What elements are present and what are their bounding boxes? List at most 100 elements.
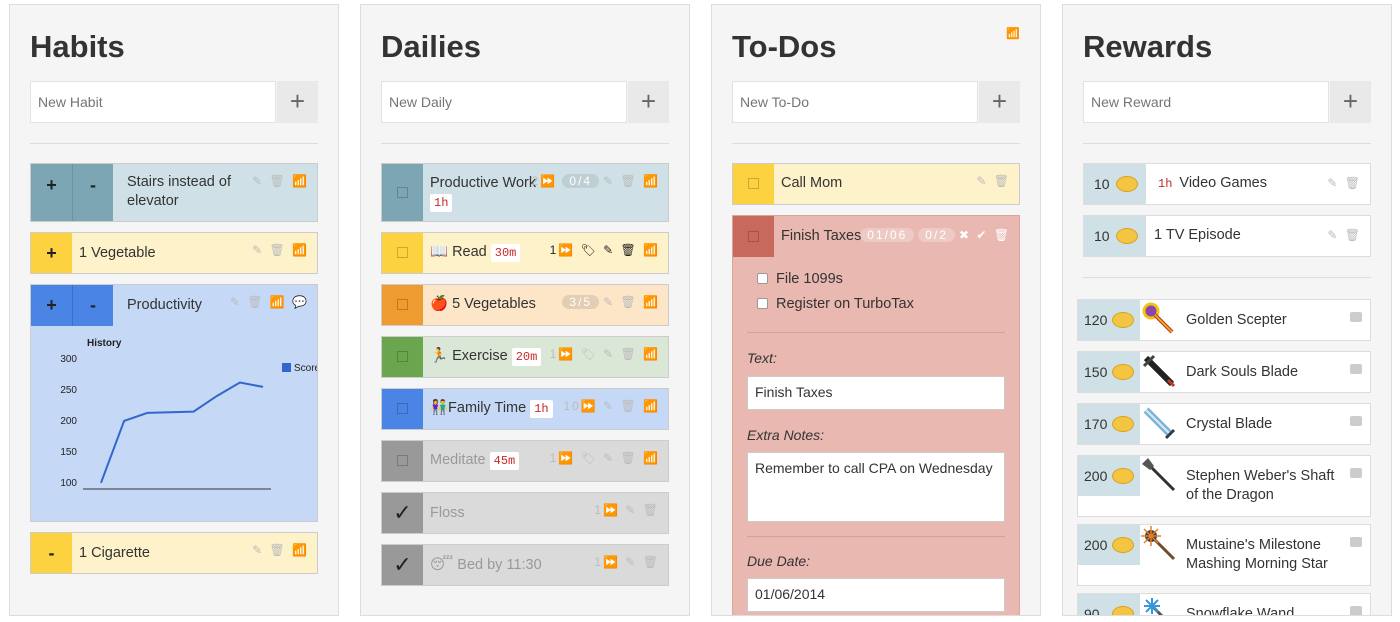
daily-tools[interactable]: 1⏩ ✎ 🗑 <box>594 503 660 517</box>
daily-tools[interactable]: 1⏩ ✎ 🗑 <box>594 555 660 569</box>
gold-coin-icon <box>1112 606 1134 615</box>
daily-vegetables[interactable]: 🍎 5 Vegetables 3/5 ✎ 🗑 📶 <box>381 284 669 326</box>
daily-checkbox[interactable] <box>382 285 423 325</box>
gold-coin-icon <box>1112 312 1134 328</box>
checklist-item[interactable]: File 1099s <box>757 271 843 287</box>
daily-checkbox[interactable] <box>382 164 423 221</box>
y-tick-label: 300 <box>60 354 77 365</box>
comment-icon[interactable] <box>1350 364 1362 374</box>
item-cost[interactable]: 200 <box>1078 456 1140 496</box>
todo-checkbox[interactable] <box>733 216 774 257</box>
daily-checkbox[interactable] <box>382 389 423 429</box>
shop-item-crystal-blade[interactable]: 170 Crystal Blade <box>1077 403 1371 445</box>
todo-tools[interactable]: 01/06 0/2 ✖ ✔ 🗑 <box>860 228 1011 242</box>
edit-delete-stats-icons[interactable]: ✎ 🗑 📶 <box>252 243 309 257</box>
item-cost[interactable]: 200 <box>1078 525 1140 565</box>
item-label: Mustaine's Milestone Mashing Morning Sta… <box>1186 537 1328 572</box>
reward-tools[interactable]: ✎ 🗑 <box>1327 176 1362 190</box>
todo-call-mom[interactable]: Call Mom ✎ 🗑 <box>732 163 1020 205</box>
daily-read[interactable]: 📖 Read 30m 1⏩ 🏷 ✎ 🗑 📶 <box>381 232 669 274</box>
habit-cigarette[interactable]: - 1 Cigarette ✎ 🗑 📶 <box>30 532 318 574</box>
dark-souls-blade-icon <box>1142 354 1176 388</box>
habit-label: Stairs instead of elevator <box>127 174 231 209</box>
shop-item-shaft-of-dragon[interactable]: 200 Stephen Weber's Shaft of the Dragon <box>1077 455 1371 517</box>
item-cost[interactable]: 170 <box>1078 404 1140 444</box>
new-daily-input[interactable] <box>381 81 627 123</box>
divider <box>381 143 669 144</box>
daily-bed[interactable]: ✓ 😴 Bed by 11:30 1⏩ ✎ 🗑 <box>381 544 669 586</box>
text-field[interactable]: Finish Taxes <box>747 376 1005 410</box>
add-daily-button[interactable]: + <box>628 81 669 123</box>
daily-checkbox[interactable] <box>382 233 423 273</box>
shop-item-snowflake-wand[interactable]: 90 Snowflake Wand <box>1077 593 1371 616</box>
comment-icon[interactable] <box>1350 537 1362 547</box>
daily-checkbox[interactable] <box>382 441 423 481</box>
checklist-pill: 0/2 <box>918 228 955 242</box>
new-reward-input[interactable] <box>1083 81 1329 123</box>
habit-down-button[interactable]: - <box>72 164 113 221</box>
reward-cost[interactable]: 10 <box>1084 216 1146 256</box>
habit-down-button[interactable]: - <box>72 285 113 326</box>
signal-icon[interactable]: 📶 <box>1006 27 1020 40</box>
comment-icon[interactable] <box>1350 606 1362 615</box>
item-cost[interactable]: 90 <box>1078 594 1140 615</box>
checklist-checkbox[interactable] <box>757 298 768 309</box>
add-todo-button[interactable]: + <box>979 81 1020 123</box>
habit-down-button[interactable]: - <box>31 533 72 573</box>
edit-delete-stats-comment-icons[interactable]: ✎ 🗑 📶 💬 <box>230 295 309 309</box>
shop-item-dark-souls-blade[interactable]: 150 Dark Souls Blade <box>1077 351 1371 393</box>
new-todo-input[interactable] <box>732 81 978 123</box>
daily-meditate[interactable]: Meditate 45m 1⏩ 🏷 ✎ 🗑 📶 <box>381 440 669 482</box>
comment-icon[interactable] <box>1350 312 1362 322</box>
reward-cost[interactable]: 10 <box>1084 164 1146 204</box>
habit-vegetable[interactable]: + 1 Vegetable ✎ 🗑 📶 <box>30 232 318 274</box>
habit-up-button[interactable]: + <box>31 233 72 273</box>
item-cost[interactable]: 150 <box>1078 352 1140 392</box>
daily-checkbox-checked[interactable]: ✓ <box>382 545 423 585</box>
daily-checkbox[interactable] <box>382 337 423 377</box>
daily-tools[interactable]: 1⏩ 🏷 ✎ 🗑 📶 <box>550 451 660 465</box>
todo-finish-taxes[interactable]: Finish Taxes 01/06 0/2 ✖ ✔ 🗑 File 1099s Re… <box>732 215 1020 615</box>
checklist-checkbox[interactable] <box>757 273 768 284</box>
notes-field[interactable]: Remember to call CPA on Wednesday <box>747 452 1005 522</box>
daily-family-time[interactable]: 👫Family Time 1h 10⏩ ✎ 🗑 📶 <box>381 388 669 430</box>
daily-productive-work[interactable]: Productive Work 1h 2⏩ 0/4 ✎ 🗑 📶 <box>381 163 669 222</box>
todo-tools[interactable]: ✎ 🗑 <box>976 174 1011 188</box>
daily-checkbox-checked[interactable]: ✓ <box>382 493 423 533</box>
daily-tools[interactable]: 1⏩ 🏷 ✎ 🗑 📶 <box>550 347 660 361</box>
add-habit-button[interactable]: + <box>277 81 318 123</box>
new-reward-row: + <box>1083 81 1371 123</box>
daily-floss[interactable]: ✓ Floss 1⏩ ✎ 🗑 <box>381 492 669 534</box>
reward-tools[interactable]: ✎ 🗑 <box>1327 228 1362 242</box>
habit-productivity[interactable]: + - Productivity ✎ 🗑 📶 💬 History Score 1… <box>30 284 318 522</box>
edit-delete-stats-icons[interactable]: ✎ 🗑 📶 <box>252 543 309 557</box>
shop-item-golden-scepter[interactable]: 120 Golden Scepter <box>1077 299 1371 341</box>
habit-up-button[interactable]: + <box>31 285 72 326</box>
daily-label: 👫Family Time <box>430 400 527 416</box>
comment-icon[interactable] <box>1350 468 1362 478</box>
comment-icon[interactable] <box>1350 416 1362 426</box>
duration-tag: 45m <box>489 452 520 470</box>
checklist-item[interactable]: Register on TurboTax <box>757 296 914 312</box>
daily-tools[interactable]: 3/5 ✎ 🗑 📶 <box>562 295 660 309</box>
item-label: Snowflake Wand <box>1186 606 1295 616</box>
habit-up-button[interactable]: + <box>31 164 72 221</box>
daily-label: Floss <box>430 505 465 521</box>
todo-checkbox[interactable] <box>733 164 774 204</box>
new-habit-input[interactable] <box>30 81 276 123</box>
add-reward-button[interactable]: + <box>1330 81 1371 123</box>
reward-tv-episode[interactable]: 10 1 TV Episode ✎ 🗑 <box>1083 215 1371 257</box>
due-pill: 01/06 <box>860 228 915 242</box>
daily-tools[interactable]: 1⏩ 🏷 ✎ 🗑 📶 <box>550 243 660 257</box>
todos-column: To-Dos 📶 + Call Mom ✎ 🗑 Finish Taxes 01/… <box>711 4 1041 616</box>
reward-video-games[interactable]: 10 1h Video Games ✎ 🗑 <box>1083 163 1371 205</box>
daily-tools[interactable]: 2⏩ 0/4 ✎ 🗑 📶 <box>531 174 660 188</box>
daily-exercise[interactable]: 🏃 Exercise 20m 1⏩ 🏷 ✎ 🗑 📶 <box>381 336 669 378</box>
daily-tools[interactable]: 10⏩ ✎ 🗑 📶 <box>563 399 660 413</box>
due-date-field[interactable]: 01/06/2014 <box>747 578 1005 612</box>
shop-item-morning-star[interactable]: 200 Mustaine's Milestone Mashing Morning… <box>1077 524 1371 586</box>
item-cost[interactable]: 120 <box>1078 300 1140 340</box>
todo-label: Finish Taxes <box>781 228 862 244</box>
edit-delete-stats-icons[interactable]: ✎ 🗑 📶 <box>252 174 309 188</box>
habit-stairs[interactable]: + - Stairs instead of elevator ✎ 🗑 📶 <box>30 163 318 222</box>
